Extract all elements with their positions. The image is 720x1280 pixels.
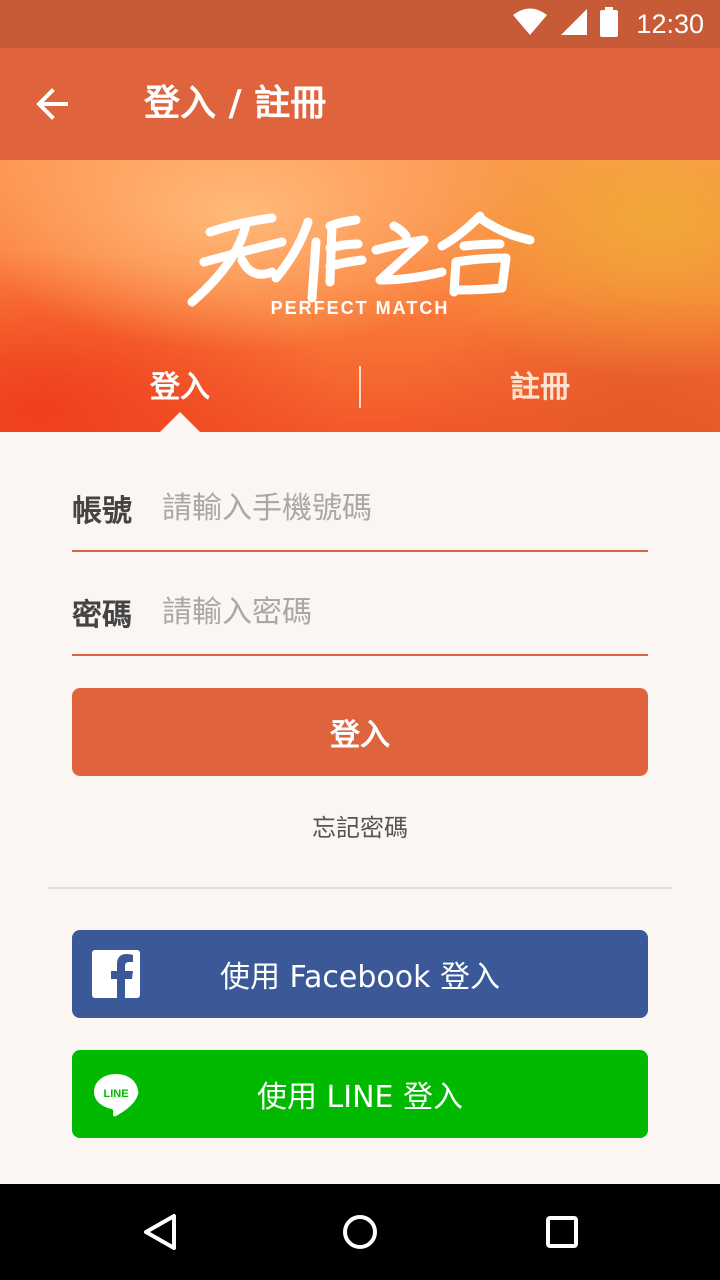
recents-square-icon [546, 1216, 578, 1248]
account-field: 帳號 [72, 470, 648, 552]
line-icon: LINE [94, 1074, 139, 1117]
hero-banner: PERFECT MATCH 登入 註冊 [0, 160, 720, 432]
account-input[interactable] [160, 482, 644, 534]
facebook-login-button[interactable]: 使用 Facebook 登入 [72, 930, 648, 1018]
logo-tagline: PERFECT MATCH [270, 298, 450, 318]
app-bar: 登入 / 註冊 [0, 48, 720, 160]
arrow-left-icon [36, 88, 68, 120]
status-icons: 12:30 [512, 0, 704, 48]
status-bar: 12:30 [0, 0, 720, 48]
home-circle-icon [343, 1215, 377, 1249]
section-divider [48, 887, 672, 889]
account-label: 帳號 [72, 494, 132, 529]
forgot-password-link[interactable]: 忘記密碼 [0, 808, 720, 843]
active-tab-indicator [160, 412, 200, 432]
forgot-password-label: 忘記密碼 [312, 814, 408, 842]
status-time: 12:30 [636, 8, 704, 39]
back-triangle-icon [144, 1214, 176, 1250]
line-icon-text: LINE [103, 1088, 128, 1100]
system-nav-bar [0, 1184, 720, 1280]
login-button-label: 登入 [330, 718, 390, 753]
password-label: 密碼 [72, 598, 132, 633]
tab-register-label: 註冊 [510, 370, 570, 405]
nav-back-button[interactable] [136, 1208, 184, 1256]
facebook-icon [92, 950, 140, 998]
battery-icon [600, 7, 619, 41]
cell-signal-icon [560, 8, 588, 40]
page-title: 登入 / 註冊 [144, 83, 327, 124]
line-login-label: 使用 LINE 登入 [256, 1080, 464, 1115]
wifi-icon [512, 8, 548, 40]
login-button[interactable]: 登入 [72, 688, 648, 776]
password-field: 密碼 [72, 574, 648, 656]
nav-recents-button[interactable] [538, 1208, 586, 1256]
back-button[interactable] [24, 76, 80, 132]
nav-home-button[interactable] [336, 1208, 384, 1256]
tab-register[interactable]: 註冊 [360, 360, 720, 432]
tab-login-label: 登入 [150, 370, 210, 405]
facebook-login-label: 使用 Facebook 登入 [219, 960, 501, 995]
line-login-button[interactable]: LINE 使用 LINE 登入 [72, 1050, 648, 1138]
password-input[interactable] [160, 586, 644, 638]
